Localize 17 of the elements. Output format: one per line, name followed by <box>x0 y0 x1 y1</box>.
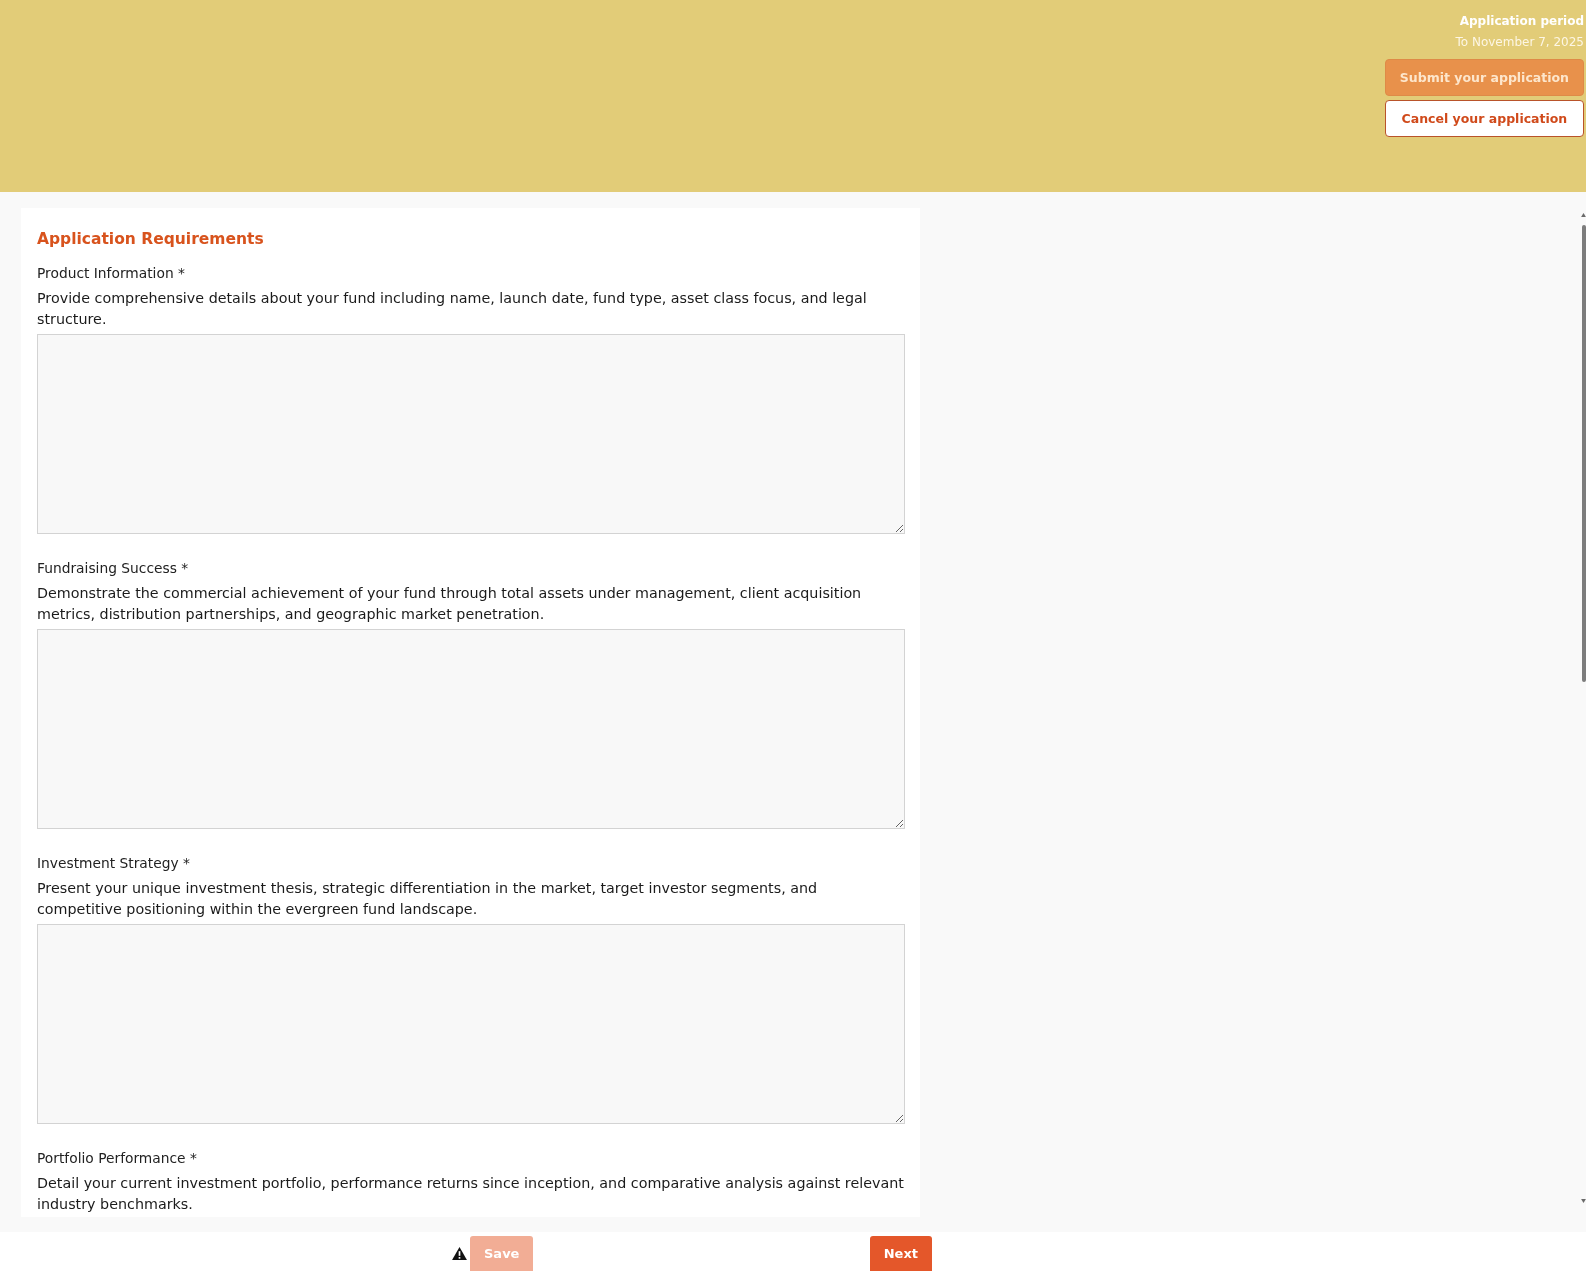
field-description: Provide comprehensive details about your fund including name, launch date, fund type, asset class focus, and legal structure. <box>37 289 868 329</box>
field-label: Fundraising Success * <box>37 559 190 578</box>
period-date: To November 7, 2025 <box>1455 34 1584 51</box>
period-label: Application period <box>1459 13 1584 30</box>
scroll-up-arrow-icon[interactable] <box>1581 213 1586 217</box>
field-label: Portfolio Performance * <box>37 1149 198 1168</box>
scroll-down-arrow-icon[interactable] <box>1581 1199 1586 1203</box>
next-button[interactable]: Next <box>869 1236 932 1271</box>
field-label: Product Information * <box>37 264 186 283</box>
cancel-button[interactable]: Cancel your application <box>1384 100 1584 137</box>
warning-icon <box>452 1247 467 1260</box>
field-description: Detail your current investment portfolio, performance returns since inception, and comparative analysis against relevant industry benchmarks. <box>37 1174 905 1214</box>
section-title: Application Requirements <box>37 229 265 250</box>
field-description: Present your unique investment thesis, strategic differentiation in the market, target investor segments, and competitive positioning within the evergreen fund landscape. <box>37 879 819 919</box>
field-description: Demonstrate the commercial achievement of your fund through total assets under management, client acquisition metrics, distribution partnerships, and geographic market penetration. <box>37 584 863 624</box>
field-label: Investment Strategy * <box>37 854 191 873</box>
scrollbar-thumb[interactable] <box>1581 225 1586 682</box>
